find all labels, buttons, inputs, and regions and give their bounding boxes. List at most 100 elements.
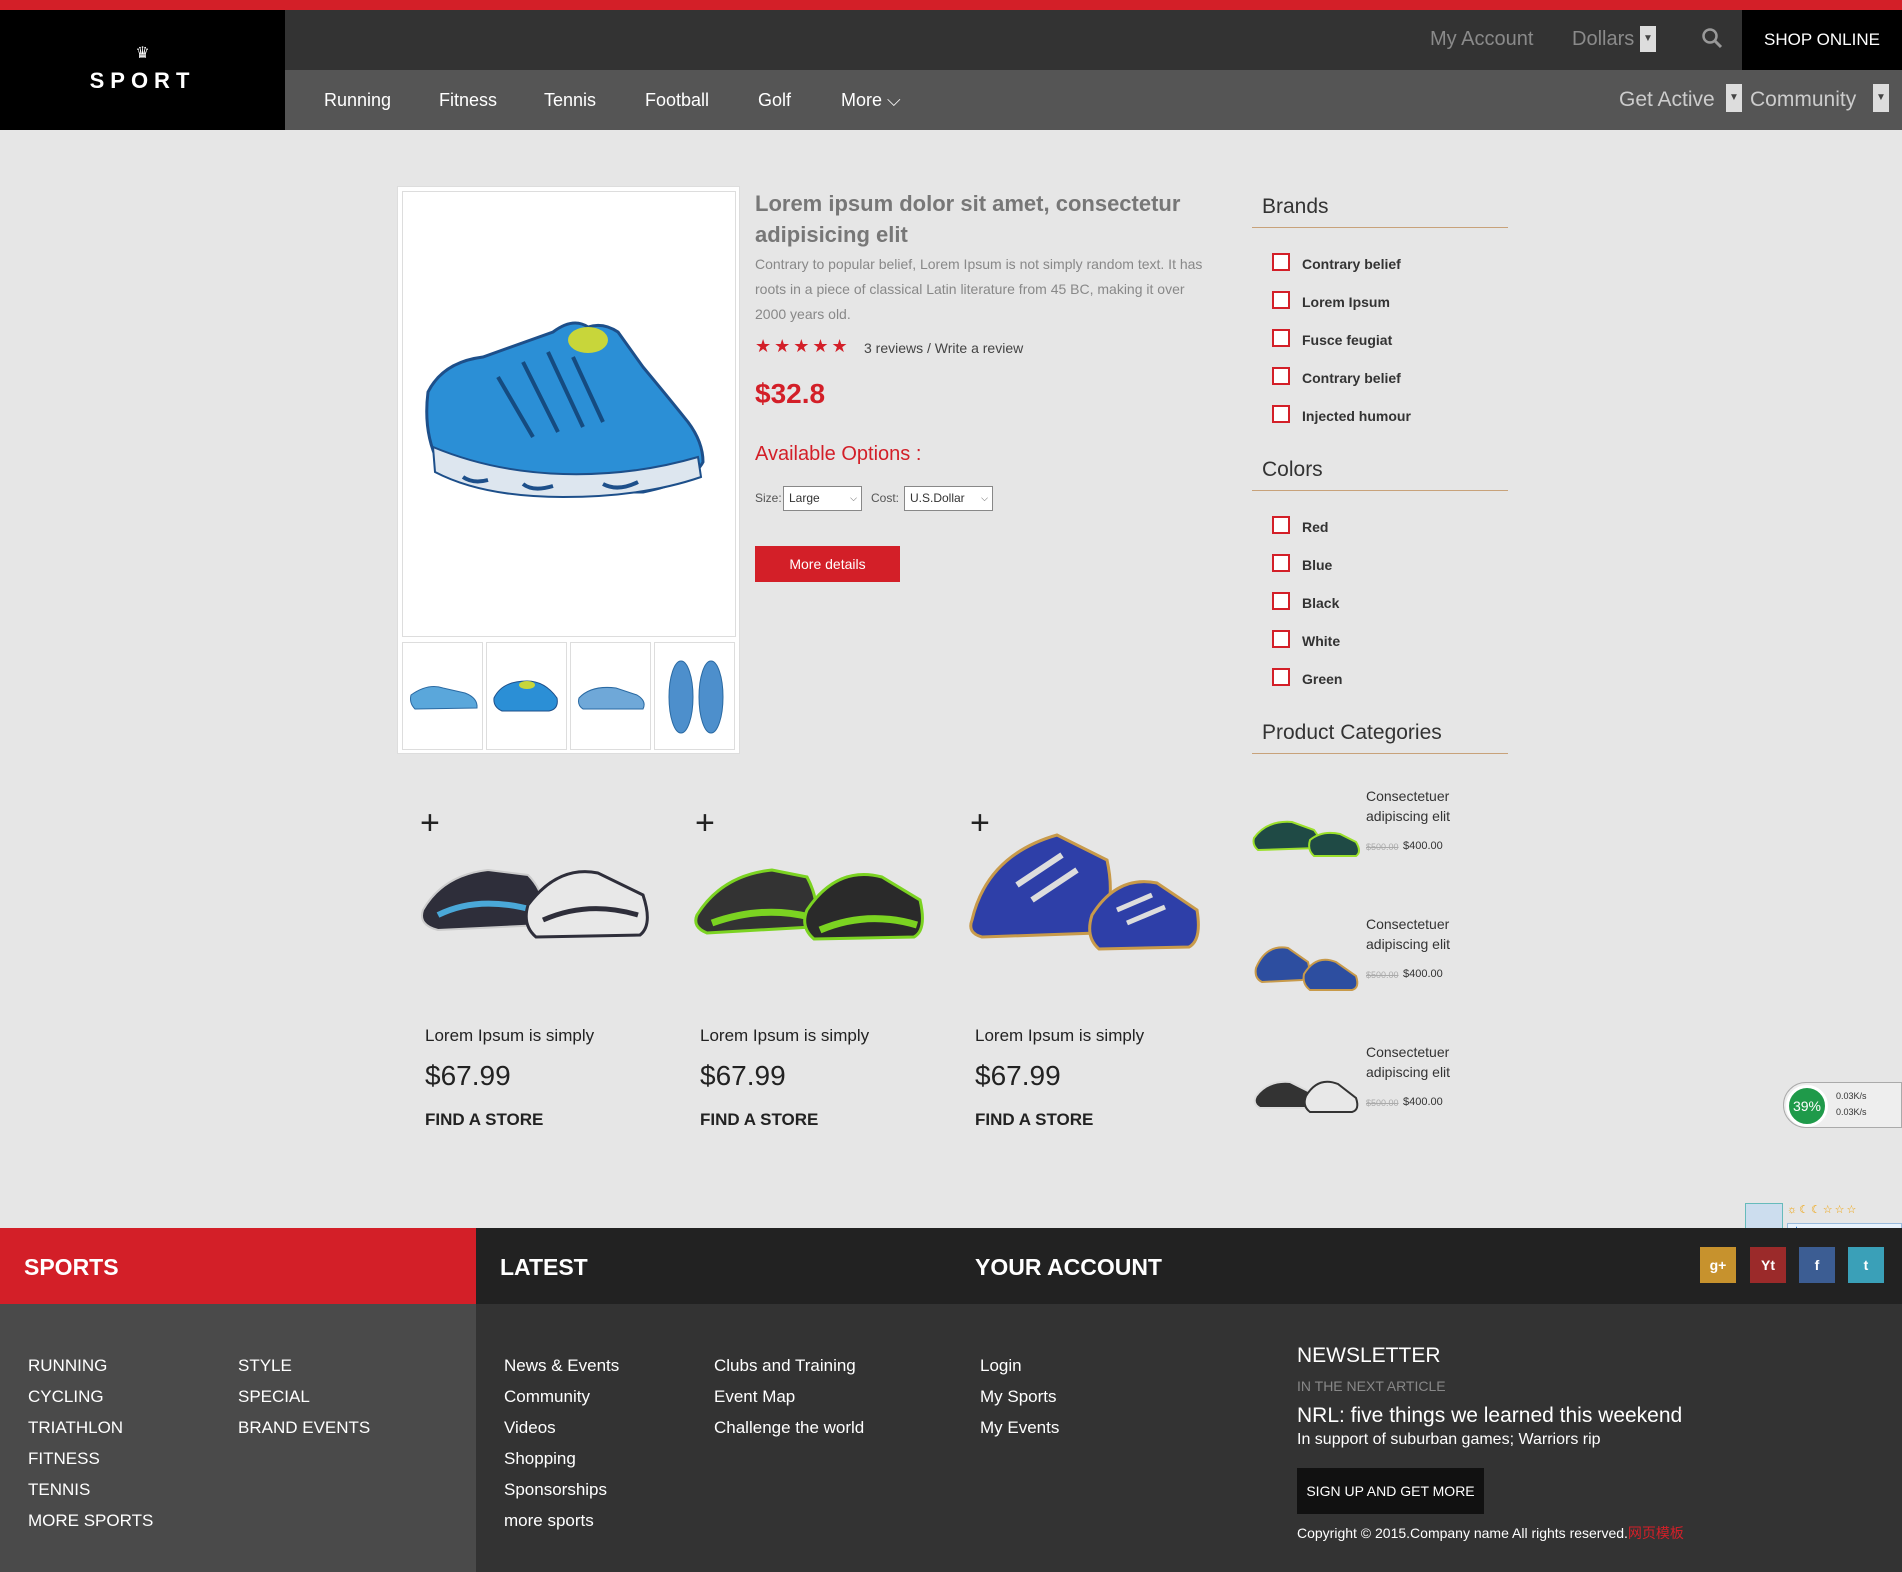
product-name[interactable]: Lorem Ipsum is simply — [975, 1026, 1144, 1046]
footer-link[interactable]: Event Map — [714, 1381, 864, 1412]
size-select-value: Large — [789, 491, 820, 505]
facebook-icon[interactable]: f — [1799, 1247, 1835, 1283]
product-price: $67.99 — [975, 1060, 1061, 1091]
brand-checkbox[interactable] — [1272, 367, 1290, 385]
find-a-store-link[interactable]: FIND A STORE — [700, 1110, 818, 1130]
chevron-down-icon: ⌵ — [981, 493, 988, 503]
category-old-price: $500.00 — [1366, 842, 1399, 852]
rating-stars: ★★★★★ — [755, 336, 851, 356]
footer-link[interactable]: BRAND EVENTS — [238, 1412, 370, 1443]
category-shoe-image[interactable] — [1252, 1046, 1362, 1136]
footer-link[interactable]: more sports — [504, 1505, 619, 1536]
footer-link[interactable]: Videos — [504, 1412, 619, 1443]
product-name[interactable]: Lorem Ipsum is simply — [425, 1026, 594, 1046]
footer-link[interactable]: Shopping — [504, 1443, 619, 1474]
footer-link[interactable]: My Sports — [980, 1381, 1059, 1412]
footer-link[interactable]: CYCLING — [28, 1381, 153, 1412]
category-price: $400.00 — [1403, 840, 1443, 852]
footer-link[interactable]: MORE SPORTS — [28, 1505, 153, 1536]
nav-item-more[interactable]: More ⌵ — [841, 90, 901, 111]
color-checkbox[interactable] — [1272, 554, 1290, 572]
reviews-link[interactable]: 3 reviews / Write a review — [864, 340, 1023, 356]
shoe-thumbnail-image — [668, 660, 724, 734]
footer-link[interactable]: FITNESS — [28, 1443, 153, 1474]
brand-checkbox[interactable] — [1272, 405, 1290, 423]
youtube-icon[interactable]: Yt — [1750, 1247, 1786, 1283]
footer-heading-band — [476, 1228, 1902, 1304]
footer-link[interactable]: Challenge the world — [714, 1412, 864, 1443]
brand-label: Fusce feugiat — [1302, 332, 1393, 348]
category-title[interactable]: Consectetuer adipiscing elit — [1366, 914, 1496, 954]
color-checkbox[interactable] — [1272, 668, 1290, 686]
product-thumbnail[interactable] — [570, 642, 651, 750]
category-shoe-image[interactable] — [1252, 918, 1362, 1008]
footer-link[interactable]: Clubs and Training — [714, 1350, 864, 1381]
product-thumbnail[interactable] — [402, 642, 483, 750]
currency-select[interactable]: Dollars — [1572, 28, 1634, 51]
category-title[interactable]: Consectetuer adipiscing elit — [1366, 786, 1496, 826]
cost-label: Cost: — [871, 491, 900, 505]
footer-link[interactable]: Login — [980, 1350, 1059, 1381]
sign-up-button[interactable]: SIGN UP AND GET MORE — [1297, 1468, 1484, 1514]
find-a-store-link[interactable]: FIND A STORE — [425, 1110, 543, 1130]
shop-online-button[interactable]: SHOP ONLINE — [1742, 10, 1902, 70]
product-image[interactable] — [967, 815, 1202, 975]
colors-heading: Colors — [1252, 458, 1508, 491]
footer-sports-list: RUNNING CYCLING TRIATHLON FITNESS TENNIS… — [28, 1350, 153, 1536]
get-active-select[interactable]: Get Active — [1619, 88, 1715, 112]
color-checkbox[interactable] — [1272, 516, 1290, 534]
footer-link[interactable]: STYLE — [238, 1350, 370, 1381]
color-checkbox[interactable] — [1272, 630, 1290, 648]
chevron-down-icon[interactable]: ▼ — [1640, 26, 1656, 52]
brand-checkbox[interactable] — [1272, 329, 1290, 347]
product-image[interactable] — [418, 815, 653, 975]
top-accent-bar — [0, 0, 1902, 10]
product-title: Lorem ipsum dolor sit amet, consectetur … — [755, 191, 1181, 247]
product-name[interactable]: Lorem Ipsum is simply — [700, 1026, 869, 1046]
footer-link[interactable]: My Events — [980, 1412, 1059, 1443]
footer-latest-list: News & Events Community Videos Shopping … — [504, 1350, 619, 1536]
footer-link[interactable]: TRIATHLON — [28, 1412, 153, 1443]
size-select[interactable]: Large ⌵ — [783, 486, 862, 511]
footer-link[interactable]: Sponsorships — [504, 1474, 619, 1505]
nav-item-tennis[interactable]: Tennis — [544, 90, 596, 111]
category-title[interactable]: Consectetuer adipiscing elit — [1366, 1042, 1496, 1082]
product-main-image[interactable] — [402, 191, 736, 637]
product-image[interactable] — [692, 815, 927, 975]
brand-label: Injected humour — [1302, 408, 1411, 424]
google-plus-icon[interactable]: g+ — [1700, 1247, 1736, 1283]
upload-speed: 0.03K/s — [1836, 1091, 1867, 1101]
footer-account-heading: YOUR ACCOUNT — [975, 1254, 1162, 1280]
color-checkbox[interactable] — [1272, 592, 1290, 610]
more-details-button[interactable]: More details — [755, 546, 900, 582]
copyright-link[interactable]: 网页模板 — [1628, 1525, 1684, 1541]
community-select[interactable]: Community — [1750, 88, 1856, 112]
footer-link[interactable]: News & Events — [504, 1350, 619, 1381]
category-shoe-image[interactable] — [1252, 790, 1362, 880]
search-icon[interactable] — [1700, 26, 1724, 50]
newsletter-headline[interactable]: NRL: five things we learned this weekend — [1297, 1404, 1682, 1428]
brand-label: Lorem Ipsum — [1302, 294, 1390, 310]
footer-link[interactable]: SPECIAL — [238, 1381, 370, 1412]
ime-status-icons: ☼☾☾☆☆☆ — [1787, 1204, 1859, 1216]
chevron-down-icon[interactable]: ▼ — [1726, 84, 1742, 112]
product-thumbnail[interactable] — [654, 642, 735, 750]
nav-item-running[interactable]: Running — [324, 90, 391, 111]
brand-checkbox[interactable] — [1272, 253, 1290, 271]
footer-link[interactable]: RUNNING — [28, 1350, 153, 1381]
chevron-down-icon[interactable]: ▼ — [1873, 84, 1889, 112]
nav-item-football[interactable]: Football — [645, 90, 709, 111]
category-price: $400.00 — [1403, 1096, 1443, 1108]
footer-link[interactable]: Community — [504, 1381, 619, 1412]
footer-link[interactable]: TENNIS — [28, 1474, 153, 1505]
product-thumbnail[interactable] — [486, 642, 567, 750]
nav-item-golf[interactable]: Golf — [758, 90, 791, 111]
nav-item-fitness[interactable]: Fitness — [439, 90, 497, 111]
cost-select[interactable]: U.S.Dollar ⌵ — [904, 486, 993, 511]
network-speed-widget[interactable]: 39% 0.03K/s 0.03K/s — [1783, 1082, 1902, 1128]
find-a-store-link[interactable]: FIND A STORE — [975, 1110, 1093, 1130]
brand-checkbox[interactable] — [1272, 291, 1290, 309]
my-account-link[interactable]: My Account — [1430, 28, 1533, 51]
logo[interactable]: ♛ SPORT — [0, 10, 285, 130]
twitter-icon[interactable]: t — [1848, 1247, 1884, 1283]
